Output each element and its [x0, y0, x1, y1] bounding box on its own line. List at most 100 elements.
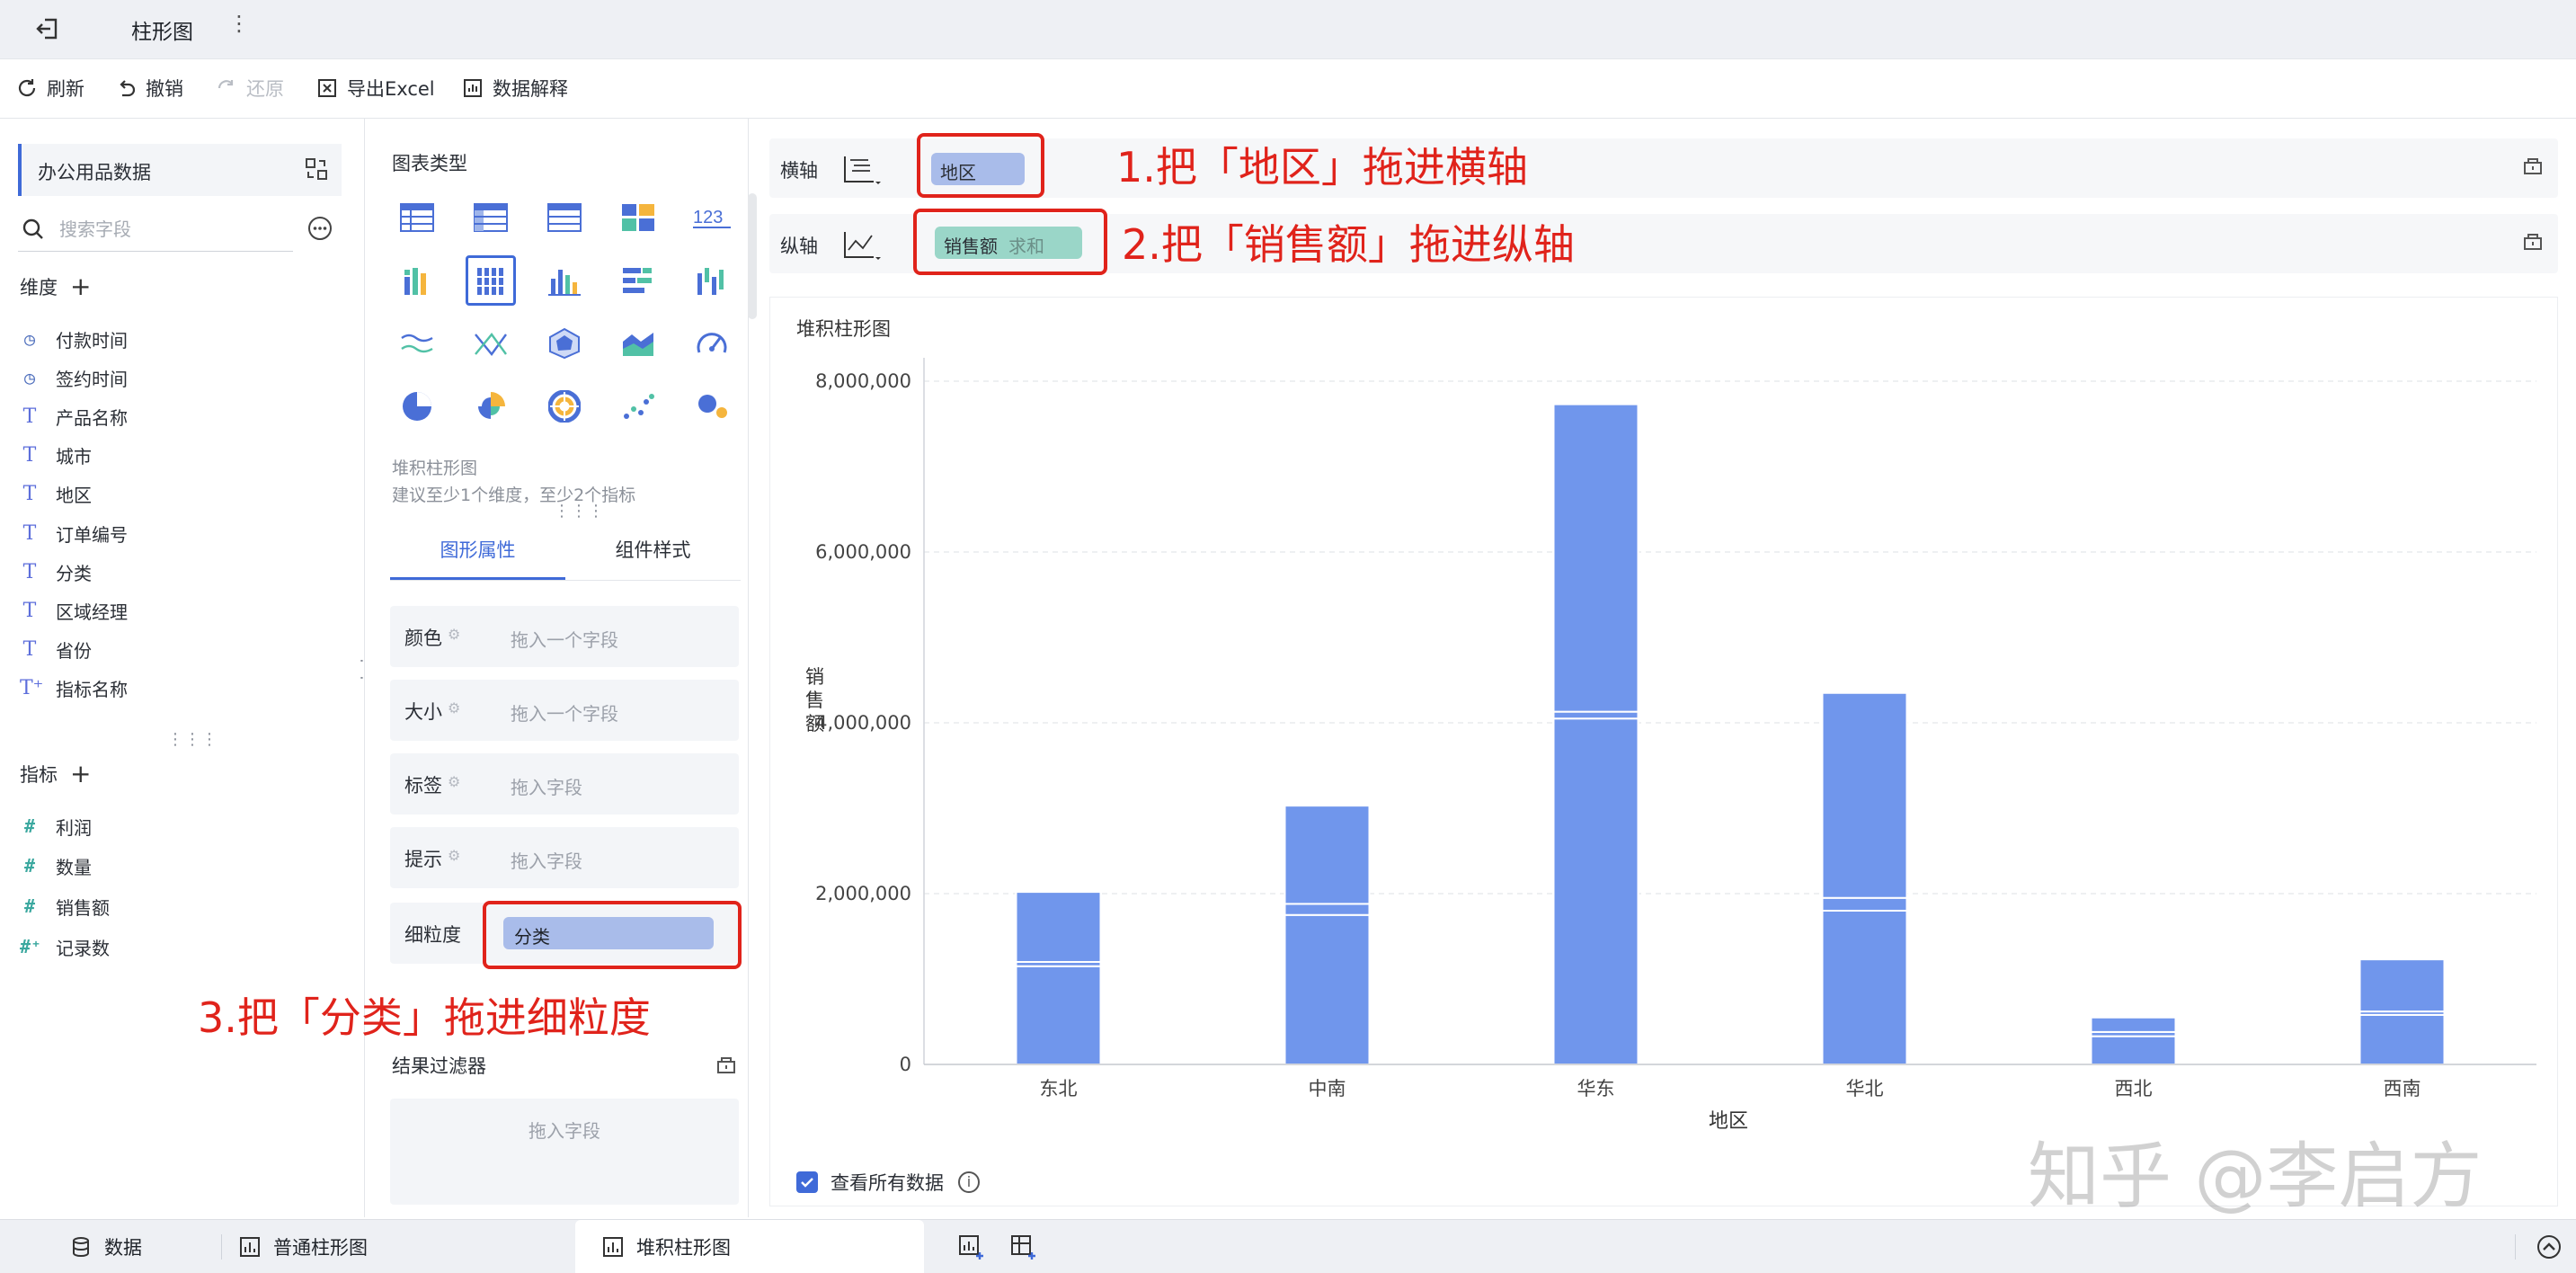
label-dropzone[interactable]: 拖入字段: [511, 773, 582, 799]
label-property[interactable]: 标签 ⚙ 拖入字段: [390, 753, 739, 815]
settings-icon[interactable]: ⚙: [448, 699, 460, 717]
add-dimension-icon[interactable]: +: [70, 274, 91, 299]
settings-icon[interactable]: ⚙: [448, 847, 460, 864]
tooltip-label: 提示: [404, 849, 442, 870]
bar-segment[interactable]: [1552, 717, 1639, 1065]
measure-field[interactable]: # 利润: [20, 813, 92, 840]
tab-sheet-stacked-bar[interactable]: 堆积柱形图: [575, 1220, 924, 1273]
more-options-icon[interactable]: [307, 216, 333, 241]
dimension-field[interactable]: ◷ 签约时间: [20, 364, 128, 391]
database-icon: [73, 1237, 89, 1258]
add-chart-sheet-icon[interactable]: [958, 1234, 985, 1261]
tooltip-property[interactable]: 提示 ⚙ 拖入字段: [390, 827, 739, 888]
scatter-chart-icon[interactable]: [613, 381, 663, 432]
color-property[interactable]: 颜色 ⚙ 拖入一个字段: [390, 606, 739, 667]
switch-dataset-icon[interactable]: [304, 156, 329, 182]
tooltip-dropzone[interactable]: 拖入字段: [511, 847, 582, 873]
column-chart-icon[interactable]: [539, 255, 590, 306]
y-axis-settings-icon[interactable]: [841, 227, 881, 263]
info-icon[interactable]: i: [958, 1171, 980, 1193]
refresh-button[interactable]: 刷新: [16, 75, 84, 102]
bar-segment[interactable]: [2358, 1013, 2446, 1066]
x-tick-label: 西北: [2115, 1078, 2153, 1099]
dimension-field[interactable]: T 产品名称: [20, 403, 128, 430]
sunburst-chart-icon[interactable]: [539, 381, 590, 432]
dimension-field[interactable]: T 省份: [20, 636, 92, 663]
dataset-selector[interactable]: 办公用品数据: [18, 144, 342, 196]
tab-data-label: 数据: [104, 1237, 142, 1259]
pie-chart-icon[interactable]: [392, 381, 442, 432]
bar-segment[interactable]: [1284, 903, 1371, 916]
hash-plus-icon: #⁺: [20, 936, 42, 957]
result-filter-dropzone[interactable]: 拖入字段: [390, 1099, 739, 1205]
dimension-field[interactable]: T 分类: [20, 558, 92, 585]
lock-icon[interactable]: [2522, 230, 2544, 252]
bar-segment[interactable]: [1821, 910, 1908, 1065]
data-explain-button[interactable]: 数据解释: [462, 75, 568, 102]
size-dropzone[interactable]: 拖入一个字段: [511, 699, 618, 726]
dimension-field[interactable]: T 地区: [20, 480, 92, 507]
detail-table-icon[interactable]: [539, 192, 590, 243]
waterfall-chart-icon[interactable]: [687, 255, 737, 306]
kpi-number-icon[interactable]: 123: [687, 192, 737, 243]
parallel-chart-icon[interactable]: [466, 318, 516, 369]
dimension-field[interactable]: T⁺ 指标名称: [20, 674, 128, 701]
exit-icon[interactable]: [32, 13, 65, 45]
view-all-checkbox[interactable]: [796, 1171, 818, 1193]
gauge-chart-icon[interactable]: [687, 318, 737, 369]
granularity-label: 细粒度: [404, 924, 461, 946]
more-menu-icon[interactable]: ⋮: [228, 11, 250, 36]
stacked-bar-icon[interactable]: [466, 255, 516, 306]
add-measure-icon[interactable]: +: [70, 761, 91, 787]
bar-segment[interactable]: [1552, 710, 1639, 720]
collapse-up-icon[interactable]: [2536, 1234, 2562, 1260]
resize-handle[interactable]: ⋮⋮⋮: [167, 730, 218, 749]
measure-field[interactable]: #⁺ 记录数: [20, 933, 110, 960]
x-axis-settings-icon[interactable]: [841, 151, 881, 187]
scrollbar[interactable]: [748, 193, 757, 319]
bar-segment[interactable]: [2358, 958, 2446, 1013]
bar-segment[interactable]: [2090, 1035, 2177, 1066]
add-dashboard-icon[interactable]: [1010, 1234, 1037, 1261]
bar-segment[interactable]: [1552, 403, 1639, 713]
color-dropzone[interactable]: 拖入一个字段: [511, 626, 618, 652]
tab-data[interactable]: 数据: [70, 1220, 142, 1273]
section-resize-handle[interactable]: ⋮⋮⋮: [554, 502, 605, 521]
settings-icon[interactable]: ⚙: [448, 626, 460, 643]
dimension-field[interactable]: T 城市: [20, 441, 92, 468]
undo-button[interactable]: 撤销: [115, 75, 183, 102]
settings-icon[interactable]: ⚙: [448, 773, 460, 790]
crosstab-chart-icon[interactable]: [466, 192, 516, 243]
redo-button[interactable]: 还原: [216, 75, 284, 102]
tile-chart-icon[interactable]: [613, 192, 663, 243]
dimension-field[interactable]: ◷ 付款时间: [20, 325, 128, 352]
bar-segment[interactable]: [1821, 691, 1908, 899]
line-chart-icon[interactable]: [392, 318, 442, 369]
horizontal-bar-icon[interactable]: [613, 255, 663, 306]
bar-segment[interactable]: [2090, 1016, 2177, 1033]
bar-segment[interactable]: [1284, 805, 1371, 905]
bar-segment[interactable]: [1015, 891, 1102, 963]
grouped-bar-icon[interactable]: [392, 255, 442, 306]
measure-field[interactable]: # 数量: [20, 852, 92, 879]
bar-segment[interactable]: [1284, 913, 1371, 1065]
rose-chart-icon[interactable]: [466, 381, 516, 432]
measure-field[interactable]: # 销售额: [20, 893, 110, 920]
radar-chart-icon[interactable]: [539, 318, 590, 369]
export-excel-button[interactable]: 导出Excel: [316, 75, 435, 102]
search-input[interactable]: [59, 216, 284, 243]
size-property[interactable]: 大小 ⚙ 拖入一个字段: [390, 680, 739, 741]
dimension-field[interactable]: T 订单编号: [20, 520, 128, 547]
tab-component-style[interactable]: 组件样式: [565, 536, 741, 563]
bubble-chart-icon[interactable]: [687, 381, 737, 432]
lock-icon[interactable]: [2522, 155, 2544, 176]
table-chart-icon[interactable]: [392, 192, 442, 243]
bar-segment[interactable]: [1015, 965, 1102, 1065]
tab-graphic-properties[interactable]: 图形属性: [390, 536, 565, 580]
undo-icon: [120, 80, 136, 97]
tab-sheet-normal-bar[interactable]: 普通柱形图: [239, 1220, 368, 1273]
dimension-field[interactable]: T 区域经理: [20, 597, 128, 624]
lock-icon[interactable]: [715, 1054, 737, 1075]
area-chart-icon[interactable]: [613, 318, 663, 369]
bar-segment[interactable]: [1821, 896, 1908, 912]
